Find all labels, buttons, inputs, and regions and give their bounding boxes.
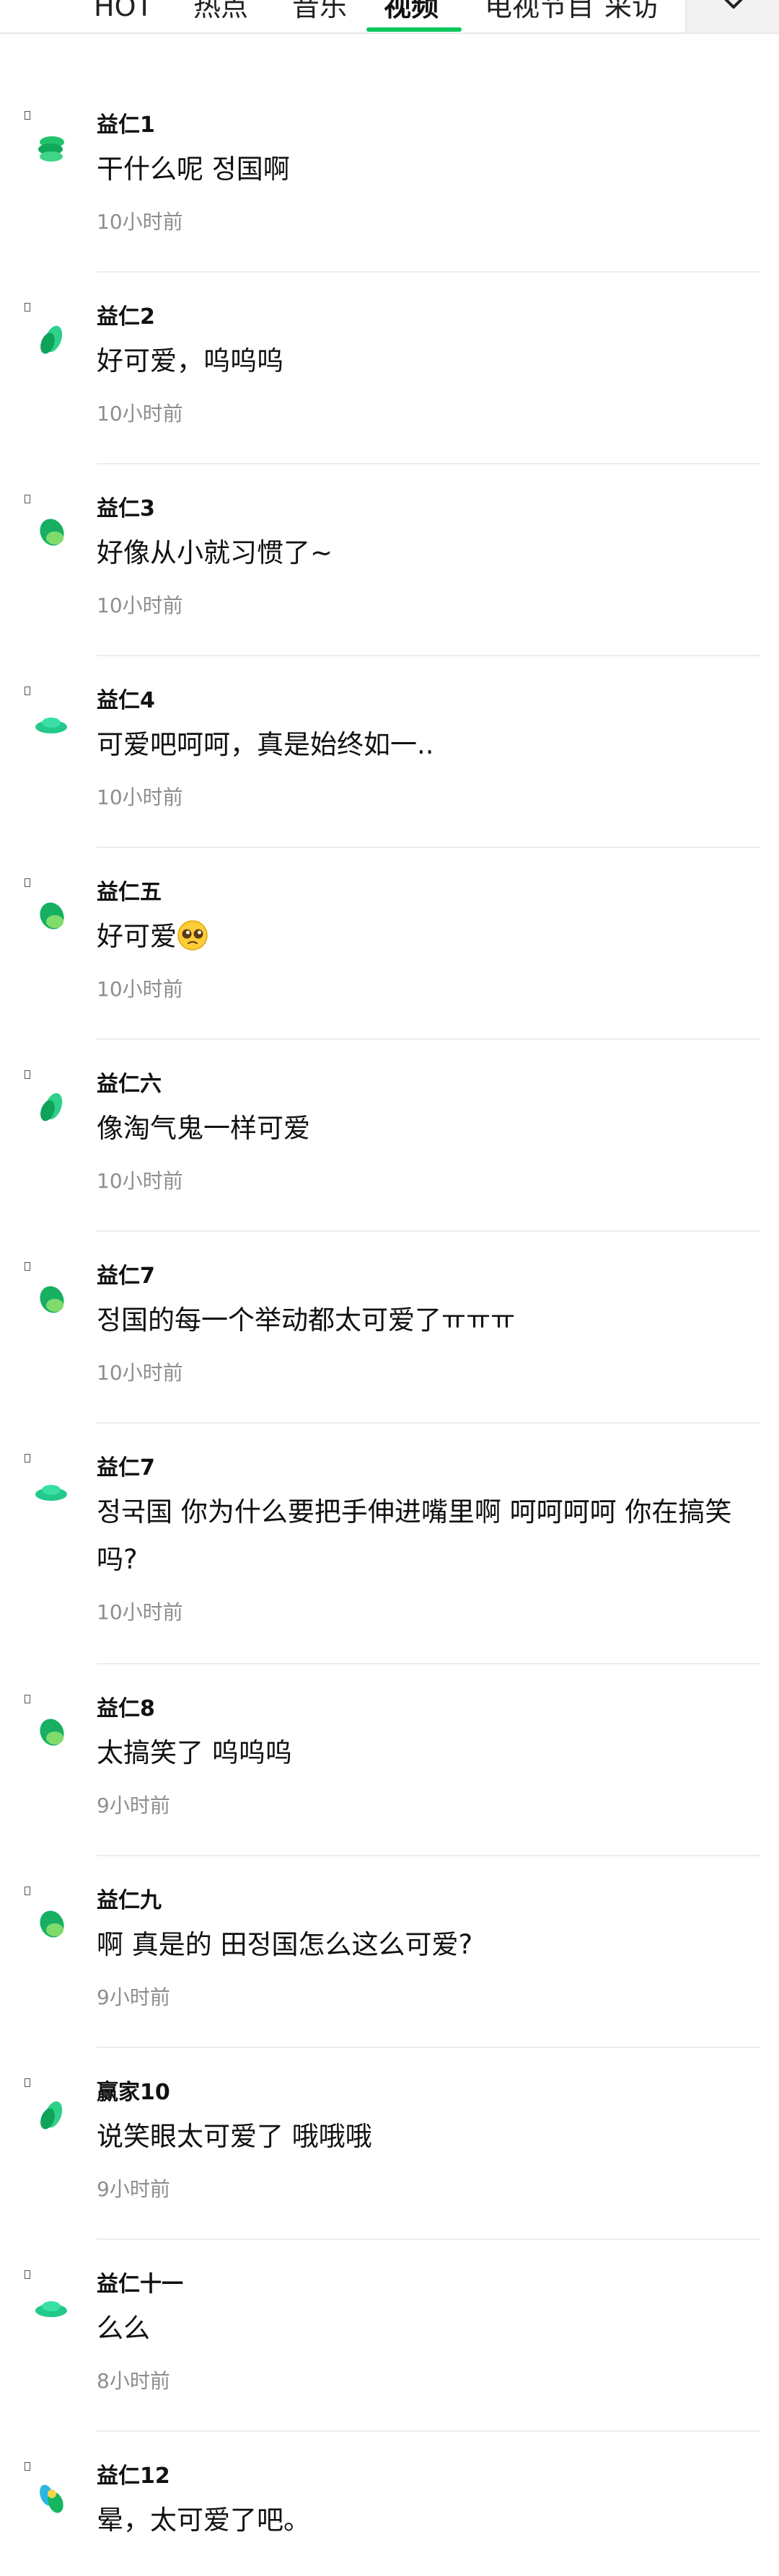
comment-author[interactable]: 益仁12 [97,2461,760,2492]
comment-text: 晕，太可爱了吧。 [97,2505,310,2536]
comment-item[interactable]: 益仁7 정国的每一个举动都太可爱了ㅠㅠㅠ 10小时前 [0,1232,779,1424]
flag-icon [25,1887,30,1895]
flag-icon [25,2270,30,2279]
comment-text: 么么 [97,2313,150,2344]
flag-icon [25,303,30,312]
comment-timestamp: 8小时前 [97,2369,170,2393]
comment-item[interactable]: 益仁九啊 真是的 田정国怎么这么可爱? 9小时前 [0,1856,779,2048]
flag-icon [25,495,30,503]
comment-text: 可爱吧呵呵，真是始终如一.. [97,729,434,760]
comment-timestamp: 9小时前 [97,1985,170,2009]
comment-author[interactable]: 益仁2 [97,301,760,333]
comment-author[interactable]: 赢家10 [97,2077,760,2109]
comment-timestamp: 10小时前 [97,977,183,1001]
flag-icon [25,687,30,695]
comment-author[interactable]: 益仁8 [97,1693,760,1725]
tab-hot[interactable]: HOT [94,0,153,32]
flag-icon [25,878,30,887]
flag-icon [25,1070,30,1079]
comment-item[interactable]: 益仁7 정국国 你为什么要把手伸进嘴里啊 呵呵呵呵 你在搞笑吗? 10小时前 [0,1424,779,1664]
flag-icon [25,1454,30,1463]
comment-timestamp: 9小时前 [97,2177,170,2201]
chevron-down-icon [724,0,743,9]
comment-item[interactable]: 益仁3 好像从小就习惯了~ 10小时前 [0,464,779,656]
comment-text: 太搞笑了 呜呜呜 [97,1737,292,1768]
comment-item[interactable]: 赢家10 说笑眼太可爱了 哦哦哦 9小时前 [0,2048,779,2240]
comment-item[interactable]: 益仁2 好可爱，呜呜呜 10小时前 [0,273,779,464]
comment-text: 说笑眼太可爱了 哦哦哦 [97,2121,372,2152]
comment-author[interactable]: 益仁7 [97,1452,760,1484]
flag-icon [25,1695,30,1703]
comment-author[interactable]: 益仁六 [97,1069,760,1100]
comment-author[interactable]: 益仁7 [97,1261,760,1292]
comment-timestamp: 10小时前 [97,1169,183,1193]
comment-author[interactable]: 益仁九 [97,1885,760,1917]
comment-text: 像淘气鬼一样可爱 [97,1113,310,1144]
comment-item[interactable]: 益仁十一么么 8小时前 [0,2240,779,2432]
category-tab-bar: HOT 热点 音乐 视频 电视节目 采访 [0,0,779,34]
pleading-face-emoji [177,920,208,950]
comment-author[interactable]: 益仁十一 [97,2269,760,2301]
comment-timestamp: 10小时前 [97,594,183,617]
comment-author[interactable]: 益仁3 [97,493,760,525]
comment-timestamp: 10小时前 [97,1361,183,1385]
comment-timestamp: 10小时前 [97,785,183,809]
comment-text: 啊 真是的 田정国怎么这么可爱? [97,1929,473,1960]
comment-item[interactable]: 益仁12 晕，太可爱了吧。 [0,2432,779,2576]
comment-item[interactable]: 益仁五好可爱 10小时前 [0,848,779,1040]
tab-tv-show[interactable]: 电视节目 [485,0,594,32]
comment-item[interactable]: 益仁六像淘气鬼一样可爱 10小时前 [0,1040,779,1232]
tab-music[interactable]: 音乐 [292,0,347,32]
comment-text: 정국国 你为什么要把手伸进嘴里啊 呵呵呵呵 你在搞笑吗? [97,1496,732,1575]
flag-icon [25,1262,30,1271]
comment-author[interactable]: 益仁五 [97,877,760,909]
flag-icon [25,2462,30,2471]
comment-timestamp: 10小时前 [97,210,183,234]
comment-timestamp: 10小时前 [97,402,183,425]
comment-text: 好像从小就习惯了~ [97,537,333,568]
comment-text: 干什么呢 정国啊 [97,154,290,185]
comment-item[interactable]: 益仁8 太搞笑了 呜呜呜 9小时前 [0,1664,779,1856]
comment-author[interactable]: 益仁4 [97,685,760,717]
flag-icon [25,2078,30,2087]
comment-timestamp: 9小时前 [97,1794,170,1817]
comment-text: 정国的每一个举动都太可爱了ㅠㅠㅠ [97,1305,516,1336]
comment-author[interactable]: 益仁1 [97,110,760,141]
comment-text: 好可爱 [97,913,760,961]
comment-item[interactable]: 益仁1 干什么呢 정国啊 10小时前 [0,81,779,273]
tab-trending[interactable]: 热点 [193,0,248,32]
comment-list: 益仁1 干什么呢 정国啊 10小时前 益仁2 好可爱，呜呜呜 10小时前 益仁3 好像从小就习… [0,81,779,2576]
flag-icon [25,111,30,120]
active-tab-indicator [366,27,462,32]
comment-timestamp: 10小时前 [97,1600,183,1624]
comment-text: 好可爱，呜呜呜 [97,345,283,376]
comment-item[interactable]: 益仁4 可爱吧呵呵，真是始终如一.. 10小时前 [0,656,779,848]
more-tabs-button[interactable] [685,0,779,32]
tab-interview[interactable]: 采访 [604,0,659,32]
